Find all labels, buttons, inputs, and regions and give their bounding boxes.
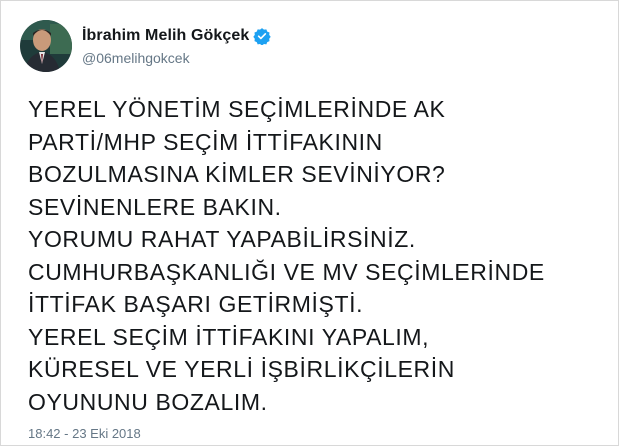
tweet-text-line: CUMHURBAŞKANLIĞI VE MV SEÇİMLERİNDE xyxy=(28,258,545,285)
avatar[interactable] xyxy=(20,20,72,72)
tweet-text: YEREL YÖNETİM SEÇİMLERİNDE AK PARTİ/MHP … xyxy=(28,93,598,418)
tweet-text-line: İTTİFAK BAŞARI GETİRMİŞTİ. xyxy=(28,291,364,317)
tweet-text-line: BOZULMASINA KİMLER SEVİNİYOR? xyxy=(28,161,446,187)
avatar-image xyxy=(20,20,72,72)
name-row: İbrahim Melih Gökçek xyxy=(82,26,272,46)
author-names: İbrahim Melih Gökçek @06melihgokcek xyxy=(82,26,272,66)
tweet-card: İbrahim Melih Gökçek @06melihgokcek YERE… xyxy=(0,0,619,446)
verified-badge-icon xyxy=(253,27,272,46)
tweet-timestamp[interactable]: 18:42 - 23 Eki 2018 xyxy=(28,426,141,441)
tweet-text-line: YORUMU RAHAT YAPABİLİRSİNİZ. xyxy=(28,226,416,252)
tweet-text-line: OYUNUNU BOZALIM. xyxy=(28,388,268,415)
tweet-text-line: YEREL SEÇİM İTTİFAKINI YAPALIM, xyxy=(28,323,430,350)
tweet-text-line: YEREL YÖNETİM SEÇİMLERİNDE AK xyxy=(28,96,446,122)
tweet-header: İbrahim Melih Gökçek @06melihgokcek xyxy=(20,20,272,72)
tweet-text-line: SEVİNENLERE BAKIN. xyxy=(28,193,282,220)
tweet-text-line: KÜRESEL VE YERLİ İŞBİRLİKÇİLERİN xyxy=(28,356,455,382)
display-name[interactable]: İbrahim Melih Gökçek xyxy=(82,27,249,45)
user-handle[interactable]: @06melihgokcek xyxy=(82,50,271,66)
tweet-text-line: PARTİ/MHP SEÇİM İTTİFAKININ xyxy=(28,128,383,155)
